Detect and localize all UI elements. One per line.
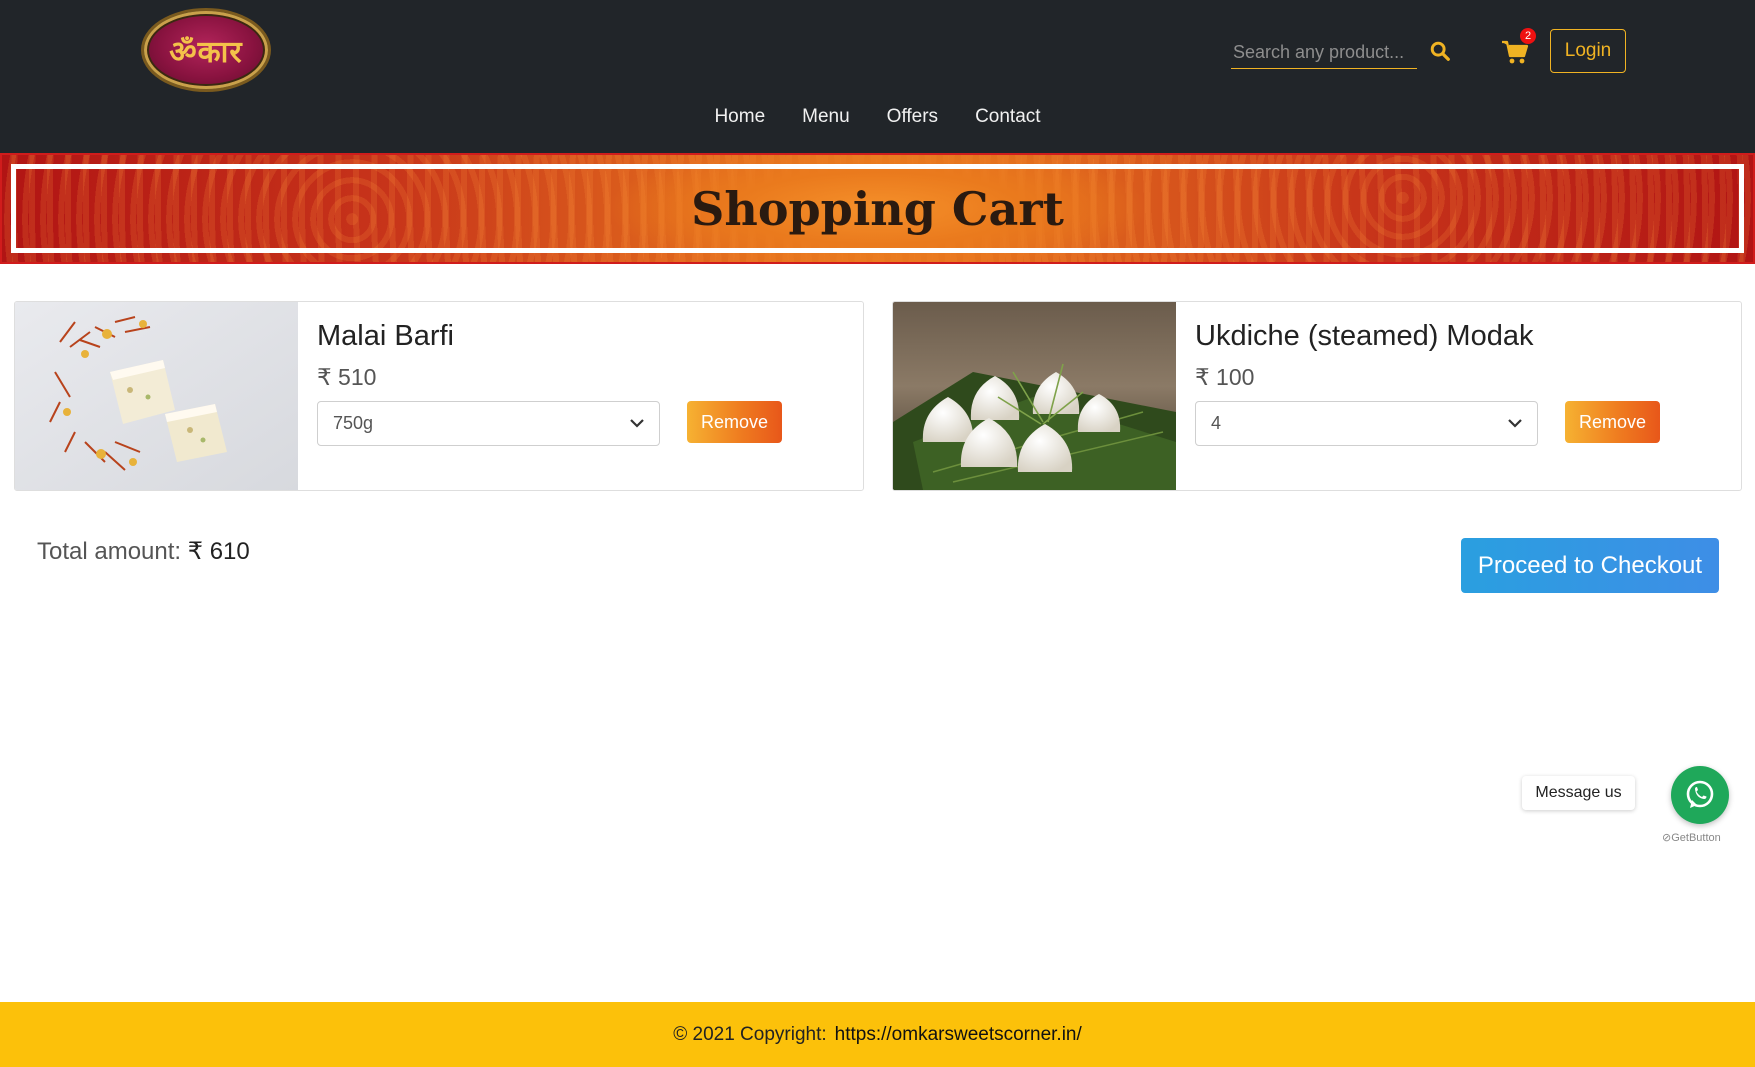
total-value: ₹ 610 — [187, 538, 250, 565]
total-amount: Total amount: ₹ 610 — [37, 537, 250, 566]
brand-logo[interactable]: ॐकार — [144, 11, 268, 89]
quantity-select-value: 4 — [1211, 413, 1222, 433]
search-icon[interactable] — [1429, 40, 1451, 62]
message-us-bubble[interactable]: Message us — [1522, 776, 1635, 810]
search-input[interactable] — [1231, 36, 1417, 68]
main-nav: Home Menu Offers Contact — [0, 106, 1755, 128]
cart-item: Malai Barfi ₹ 510 750g Remove — [14, 301, 864, 491]
whatsapp-icon — [1686, 780, 1714, 808]
search-box — [1231, 36, 1417, 69]
page-title: Shopping Cart — [691, 181, 1064, 236]
product-name: Malai Barfi — [317, 320, 454, 352]
logo-text: ॐकार — [169, 34, 243, 70]
total-label: Total amount: — [37, 538, 182, 565]
remove-button[interactable]: Remove — [1565, 401, 1660, 443]
product-price: ₹ 510 — [317, 364, 377, 390]
cart-count-badge: 2 — [1520, 28, 1536, 44]
proceed-to-checkout-button[interactable]: Proceed to Checkout — [1461, 538, 1719, 593]
weight-select-value: 750g — [333, 413, 374, 433]
banner-frame: Shopping Cart — [11, 164, 1744, 253]
chevron-down-icon — [1508, 419, 1522, 428]
chevron-down-icon — [630, 419, 644, 428]
nav-contact[interactable]: Contact — [975, 106, 1040, 128]
login-button[interactable]: Login — [1550, 29, 1626, 73]
product-image-ukdiche-modak — [893, 302, 1176, 490]
navbar: ॐकार 2 Login Home Menu Offers Contact — [0, 0, 1755, 153]
product-price: ₹ 100 — [1195, 364, 1255, 390]
copyright-text: © 2021 Copyright: — [673, 1023, 827, 1045]
site-link[interactable]: https://omkarsweetscorner.in/ — [835, 1024, 1082, 1046]
quantity-select[interactable]: 4 — [1195, 401, 1538, 446]
nav-menu[interactable]: Menu — [802, 106, 850, 128]
page-banner: Shopping Cart — [0, 153, 1755, 264]
product-name: Ukdiche (steamed) Modak — [1195, 320, 1534, 352]
remove-button[interactable]: Remove — [687, 401, 782, 443]
weight-select[interactable]: 750g — [317, 401, 660, 446]
footer: © 2021 Copyright: https://omkarsweetscor… — [0, 1002, 1755, 1067]
nav-home[interactable]: Home — [714, 106, 765, 128]
cart-item: Ukdiche (steamed) Modak ₹ 100 4 Remove — [892, 301, 1742, 491]
product-image-malai-barfi — [15, 302, 298, 490]
getbutton-credit[interactable]: ⊘GetButton — [1662, 831, 1721, 844]
nav-offers[interactable]: Offers — [887, 106, 938, 128]
whatsapp-button[interactable] — [1671, 766, 1729, 824]
